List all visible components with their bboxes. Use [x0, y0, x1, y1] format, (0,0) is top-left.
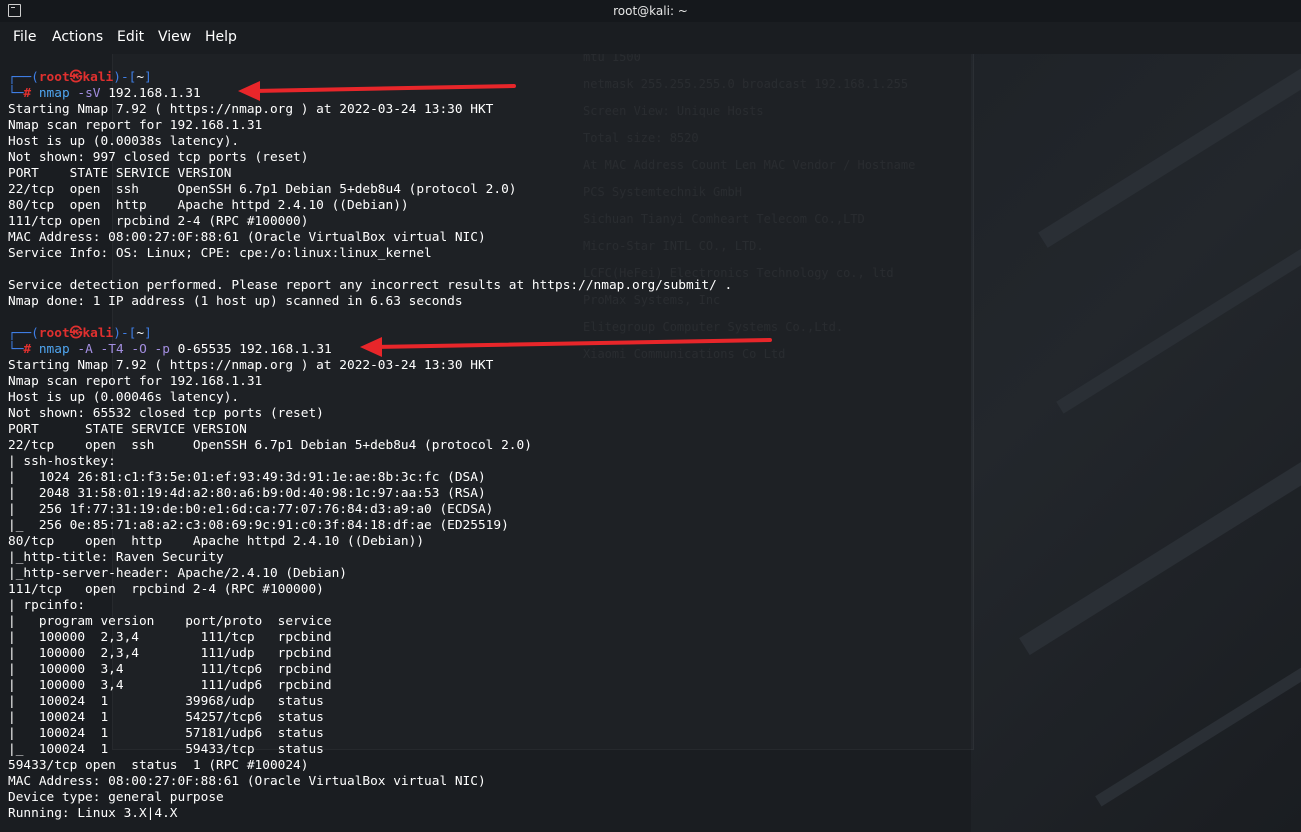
output-line: | 100024 1 54257/tcp6 status — [8, 710, 324, 725]
output-line: Service detection performed. Please repo… — [8, 278, 733, 293]
command-flag: -O — [131, 342, 147, 357]
prompt-bracket: ┌──( — [8, 70, 39, 85]
prompt-bracket: ] — [144, 326, 152, 341]
menu-view[interactable]: View — [158, 29, 191, 45]
output-line: | 2048 31:58:01:19:4d:a2:80:a6:b9:0d:40:… — [8, 486, 486, 501]
output-line: 22/tcp open ssh OpenSSH 6.7p1 Debian 5+d… — [8, 182, 517, 197]
output-line: MAC Address: 08:00:27:0F:88:61 (Oracle V… — [8, 230, 486, 245]
output-line: 111/tcp open rpcbind 2-4 (RPC #100000) — [8, 214, 309, 229]
prompt-dir: ~ — [136, 326, 145, 341]
output-line: |_ 100024 1 59433/tcp status — [8, 742, 324, 757]
command-name: nmap — [38, 342, 70, 357]
prompt-hash: # — [23, 86, 39, 101]
output-line: Nmap scan report for 192.168.1.31 — [8, 118, 263, 133]
output-line: |_http-title: Raven Security — [8, 550, 224, 565]
output-line: | 1024 26:81:c1:f3:5e:01:ef:93:49:3d:91:… — [8, 470, 486, 485]
output-line: 111/tcp open rpcbind 2-4 (RPC #100000) — [8, 582, 324, 597]
output-line: Starting Nmap 7.92 ( https://nmap.org ) … — [8, 102, 494, 117]
menu-edit[interactable]: Edit — [117, 29, 144, 45]
output-line: | 256 1f:77:31:19:de:b0:e1:6d:ca:77:07:7… — [8, 502, 494, 517]
output-line: Starting Nmap 7.92 ( https://nmap.org ) … — [8, 358, 494, 373]
command-flag: -T4 — [100, 342, 124, 357]
menu-actions[interactable]: Actions — [52, 29, 103, 45]
output-line: Nmap scan report for 192.168.1.31 — [8, 374, 263, 389]
prompt-hash: # — [23, 342, 39, 357]
output-line: Nmap done: 1 IP address (1 host up) scan… — [8, 294, 463, 309]
prompt-bracket: )-[ — [113, 70, 137, 85]
output-line: 59433/tcp open status 1 (RPC #100024) — [8, 758, 309, 773]
command-arg: 0-65535 192.168.1.31 — [169, 342, 332, 357]
output-line: PORT STATE SERVICE VERSION — [8, 166, 232, 181]
prompt-bracket: ] — [144, 70, 152, 85]
output-line: Host is up (0.00046s latency). — [8, 390, 240, 405]
output-line: 22/tcp open ssh OpenSSH 6.7p1 Debian 5+d… — [8, 438, 532, 453]
prompt-line: ┌──(root㉿kali)-[~] — [8, 70, 1288, 86]
output-line: 80/tcp open http Apache httpd 2.4.10 ((D… — [8, 534, 425, 549]
output-line: | ssh-hostkey: — [8, 454, 116, 469]
output-line: 80/tcp open http Apache httpd 2.4.10 ((D… — [8, 198, 409, 213]
output-line: | program version port/proto service — [8, 614, 332, 629]
output-line: Not shown: 65532 closed tcp ports (reset… — [8, 406, 324, 421]
output-line: Running: Linux 3.X|4.X — [8, 806, 178, 821]
command-name: nmap — [38, 86, 70, 101]
output-line: Service Info: OS: Linux; CPE: cpe:/o:lin… — [8, 246, 432, 261]
prompt-dir: ~ — [136, 70, 145, 85]
output-line: |_http-server-header: Apache/2.4.10 (Deb… — [8, 566, 347, 581]
command-line: └─# nmap -sV 192.168.1.31 — [8, 86, 1288, 102]
output-line: | 100024 1 39968/udp status — [8, 694, 324, 709]
menu-help[interactable]: Help — [205, 29, 237, 45]
menu-file[interactable]: File — [13, 29, 36, 45]
prompt-line: ┌──(root㉿kali)-[~] — [8, 326, 1288, 342]
command-arg — [147, 342, 155, 357]
prompt-bracket: ┌──( — [8, 326, 39, 341]
output-line: Not shown: 997 closed tcp ports (reset) — [8, 150, 309, 165]
output-line: | 100000 3,4 111/tcp6 rpcbind — [8, 662, 332, 677]
menubar: File Actions Edit View Help — [0, 22, 1301, 54]
output-line: | 100000 2,3,4 111/udp rpcbind — [8, 646, 332, 661]
output-line: Device type: general purpose — [8, 790, 224, 805]
output-line: | 100000 2,3,4 111/tcp rpcbind — [8, 630, 332, 645]
prompt-corner: └─ — [8, 86, 24, 101]
output-line: | 100024 1 57181/udp6 status — [8, 726, 324, 741]
output-line: |_ 256 0e:85:71:a8:a2:c3:08:69:9c:91:c0:… — [8, 518, 509, 533]
window-titlebar[interactable]: root@kali: ~ — [0, 0, 1301, 22]
command-arg — [93, 342, 101, 357]
prompt-user-host: root㉿kali — [38, 70, 114, 85]
output-line: PORT STATE SERVICE VERSION — [8, 422, 247, 437]
output-line: | rpcinfo: — [8, 598, 86, 613]
terminal-output[interactable]: ┌──(root㉿kali)-[~] └─# nmap -sV 192.168.1… — [8, 70, 1288, 830]
command-line: └─# nmap -A -T4 -O -p 0-65535 192.168.1.… — [8, 342, 1288, 358]
command-flag: -sV — [77, 86, 101, 101]
prompt-bracket: )-[ — [113, 326, 137, 341]
command-arg: 192.168.1.31 — [100, 86, 201, 101]
output-line: | 100000 3,4 111/udp6 rpcbind — [8, 678, 332, 693]
command-flag: -A — [77, 342, 93, 357]
command-flag: -p — [154, 342, 170, 357]
output-line: MAC Address: 08:00:27:0F:88:61 (Oracle V… — [8, 774, 486, 789]
prompt-corner: └─ — [8, 342, 24, 357]
window-title: root@kali: ~ — [613, 4, 688, 18]
output-line: Host is up (0.00038s latency). — [8, 134, 240, 149]
prompt-user-host: root㉿kali — [38, 326, 114, 341]
